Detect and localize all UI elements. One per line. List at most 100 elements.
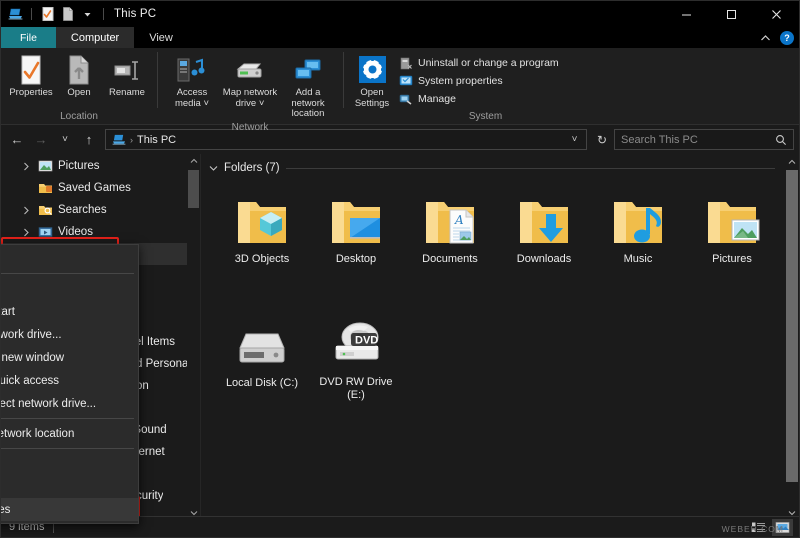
chevron-down-icon[interactable]: [209, 165, 218, 172]
tab-computer[interactable]: Computer: [56, 27, 134, 48]
searches-icon: [37, 202, 54, 218]
ribbon-group-system: Open Settings Uninstall or change a prog…: [343, 48, 628, 125]
help-button[interactable]: ?: [780, 31, 794, 45]
qat-divider: [31, 8, 32, 20]
tile-desktop[interactable]: Desktop: [309, 182, 403, 278]
tile-downloads[interactable]: Downloads: [497, 182, 591, 278]
ribbon-button-rename[interactable]: Rename: [103, 52, 151, 101]
maximize-button[interactable]: [709, 1, 754, 27]
ribbon-button-access-media[interactable]: Access media ˅: [163, 52, 221, 111]
tile-label: Downloads: [517, 253, 571, 266]
ribbon-label: System properties: [418, 75, 503, 87]
chevron-right-icon[interactable]: [23, 162, 37, 171]
sidebar-item-videos[interactable]: Videos: [1, 221, 200, 243]
context-menu-item-open-in-new-window[interactable]: Open in new window: [0, 346, 138, 369]
group-header-folders[interactable]: Folders (7): [201, 154, 799, 176]
search-box[interactable]: Search This PC: [614, 129, 794, 150]
svg-text:DVD: DVD: [355, 335, 378, 347]
sidebar-item-searches[interactable]: Searches: [1, 199, 200, 221]
context-menu-item-rename[interactable]: Rename: [0, 475, 138, 498]
ribbon-system-small-commands: Uninstall or change a program System pro…: [395, 52, 563, 107]
minimize-button[interactable]: [664, 1, 709, 27]
ribbon-button-manage[interactable]: Manage: [395, 91, 563, 107]
context-menu-item-pin-to-start[interactable]: Pin to Start: [0, 300, 138, 323]
ribbon-button-uninstall-program[interactable]: Uninstall or change a program: [395, 55, 563, 71]
ribbon-tab-right-controls: ?: [760, 27, 794, 48]
sidebar-item-pictures[interactable]: Pictures: [1, 155, 200, 177]
ribbon-group-label-system: System: [343, 111, 628, 125]
context-menu-item-pin-to-quick-access[interactable]: Pin to Quick access: [0, 369, 138, 392]
tile-music[interactable]: Music: [591, 182, 685, 278]
tab-file[interactable]: File: [1, 27, 56, 48]
file-explorer-window: This PC File Computer View ?: [0, 0, 800, 538]
refresh-button[interactable]: ↻: [592, 129, 612, 151]
context-menu-item-disconnect-network-drive[interactable]: Disconnect network drive...: [0, 392, 138, 415]
uninstall-icon: [399, 56, 413, 70]
context-menu-separator: [0, 273, 134, 274]
device-tiles: Local Disk (C:): [201, 306, 799, 402]
tile-pictures[interactable]: Pictures: [685, 182, 779, 278]
customize-chevron-icon[interactable]: [80, 7, 95, 22]
ribbon-button-open-settings[interactable]: Open Settings: [349, 52, 395, 111]
context-menu-item-manage[interactable]: Manage: [0, 277, 138, 300]
sidebar-scroll-up-icon[interactable]: [187, 154, 200, 168]
access-media-icon: [175, 54, 209, 86]
close-button[interactable]: [754, 1, 799, 27]
context-menu-item-expand[interactable]: Expand: [0, 247, 138, 270]
ribbon-label: Rename: [109, 88, 145, 99]
context-menu-item-properties[interactable]: Properties: [0, 498, 138, 521]
address-dropdown-icon[interactable]: ˅: [566, 130, 583, 149]
collapse-ribbon-icon[interactable]: [760, 34, 771, 42]
ribbon-label: Open Settings: [350, 88, 394, 109]
rename-icon: [112, 54, 142, 86]
qat-divider-2: [103, 8, 104, 20]
forward-button[interactable]: →: [30, 129, 52, 151]
address-bar: ← → ˅ ↑ › This PC ˅ ↻ Search This PC: [1, 125, 799, 154]
tile-3d-objects[interactable]: 3D Objects: [215, 182, 309, 278]
dvd-drive-icon: DVD: [324, 310, 388, 373]
sidebar-item-label: Searches: [58, 204, 107, 216]
folder-3d-objects-icon: [230, 186, 294, 250]
tile-label: Documents: [422, 253, 478, 266]
recent-locations-button[interactable]: ˅: [54, 129, 76, 151]
folder-pictures-icon: [700, 186, 764, 250]
sidebar-scroll-thumb[interactable]: [188, 170, 199, 208]
up-button[interactable]: ↑: [78, 129, 100, 151]
context-menu-item-add-a-network-location[interactable]: Add a network location: [0, 422, 138, 445]
content-scroll-thumb[interactable]: [786, 170, 798, 482]
title-bar: This PC: [1, 1, 799, 27]
context-menu-item-map-network-drive[interactable]: Map network drive...: [0, 323, 138, 346]
ribbon-button-map-network-drive[interactable]: Map network drive ˅: [221, 52, 279, 111]
settings-gear-icon: [356, 54, 388, 86]
tile-dvd-rw-drive-e[interactable]: DVD DVD RW Drive (E:): [309, 306, 403, 402]
pictures-icon: [37, 158, 54, 174]
tile-documents[interactable]: A Documents: [403, 182, 497, 278]
context-menu-item-delete[interactable]: Delete: [0, 452, 138, 475]
sidebar-item-label: Videos: [58, 226, 93, 238]
properties-icon[interactable]: [40, 7, 55, 22]
search-input[interactable]: Search This PC: [621, 134, 775, 146]
ribbon-button-open[interactable]: Open: [55, 52, 103, 101]
folder-tiles: 3D Objects Desktop: [201, 176, 799, 278]
content-pane: Folders (7) 3D Obj: [201, 154, 799, 520]
sidebar-scrollbar[interactable]: [187, 154, 200, 520]
sidebar-item-saved-games[interactable]: Saved Games: [1, 177, 200, 199]
tile-local-disk-c[interactable]: Local Disk (C:): [215, 306, 309, 402]
tile-label: Local Disk (C:): [226, 377, 298, 390]
ribbon-button-system-properties[interactable]: System properties: [395, 73, 563, 89]
thispc-icon[interactable]: [8, 7, 23, 22]
chevron-right-icon[interactable]: [23, 206, 37, 215]
window-title: This PC: [114, 8, 156, 20]
ribbon-label: Uninstall or change a program: [418, 57, 559, 69]
ribbon-group-label-network: Network: [157, 122, 343, 136]
ribbon-button-add-network-location[interactable]: Add a network location: [279, 52, 337, 122]
sidebar-item-label: Pictures: [58, 160, 100, 172]
open-icon[interactable]: [60, 7, 75, 22]
saved-games-icon: [37, 180, 54, 196]
back-button[interactable]: ←: [6, 129, 28, 151]
content-scrollbar[interactable]: [785, 154, 799, 520]
tab-view[interactable]: View: [134, 27, 188, 48]
content-scroll-up-icon[interactable]: [785, 154, 799, 169]
chevron-right-icon[interactable]: [23, 228, 37, 237]
ribbon-button-properties[interactable]: Properties: [7, 52, 55, 101]
